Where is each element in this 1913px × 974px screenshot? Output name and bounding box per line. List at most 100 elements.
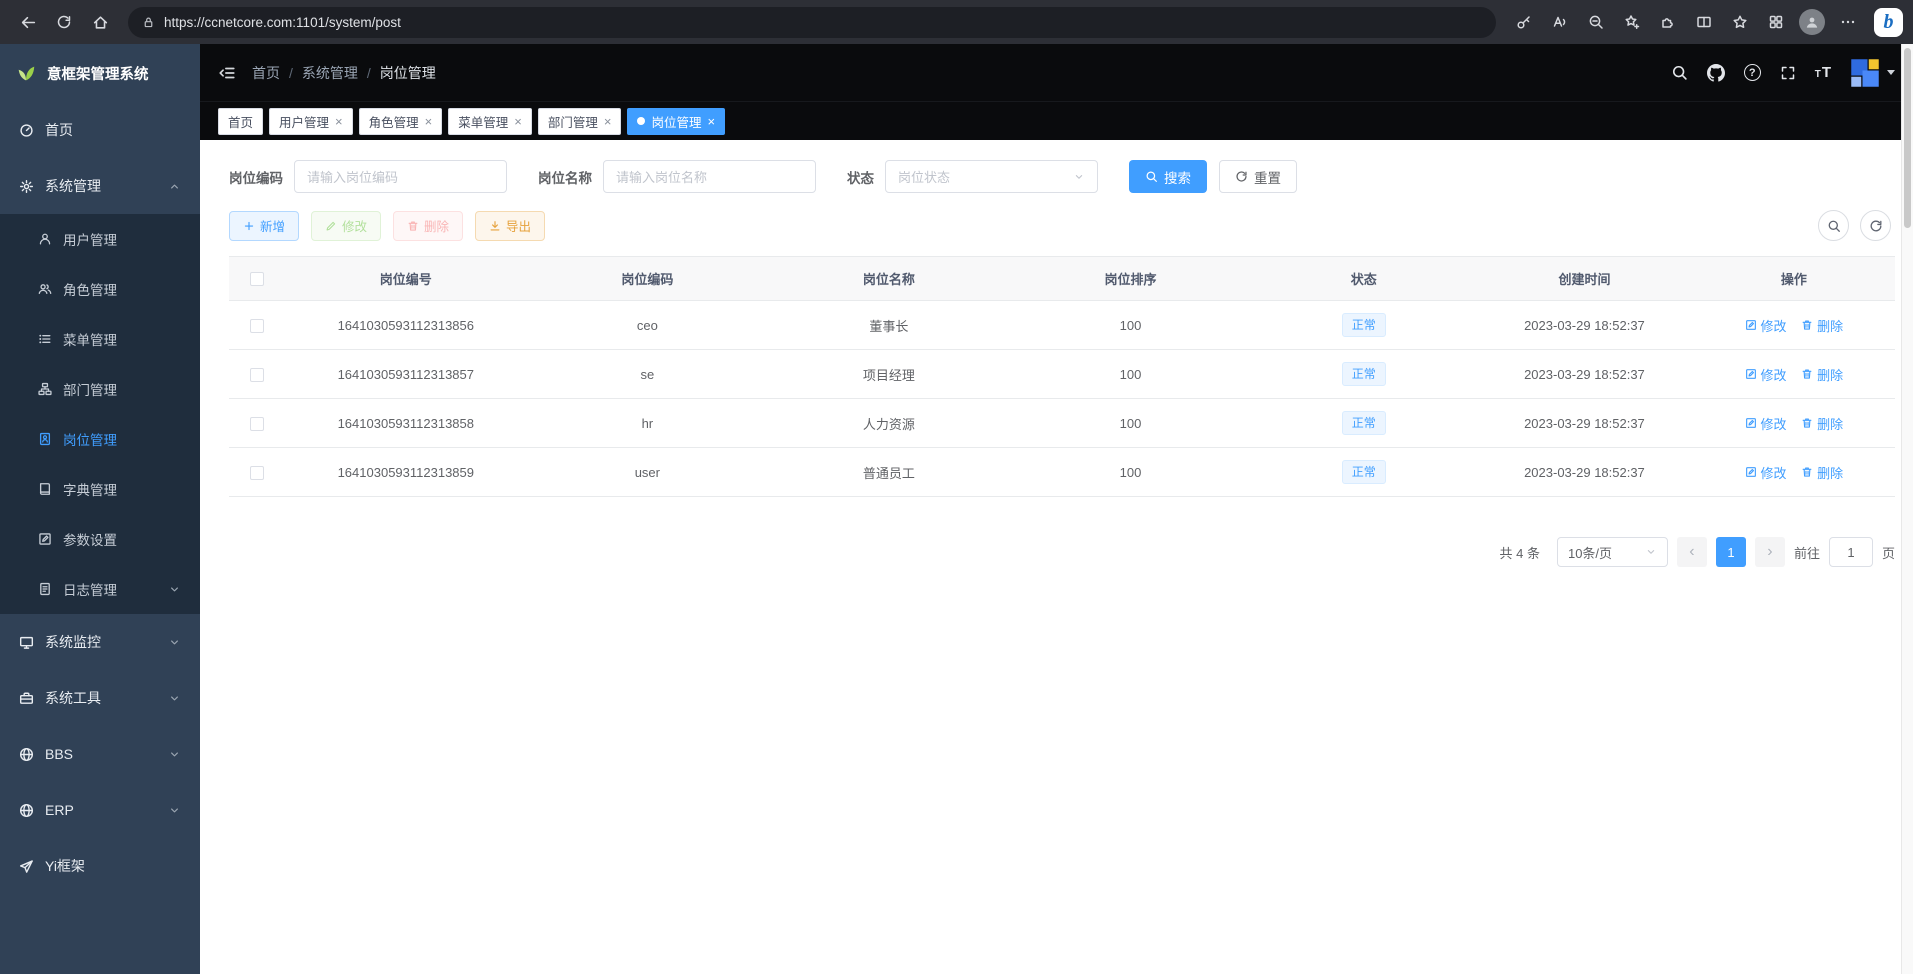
- current-page-button[interactable]: 1: [1716, 537, 1746, 567]
- sidebar-item-posts[interactable]: 岗位管理: [0, 414, 200, 464]
- row-delete-link[interactable]: 删除: [1801, 316, 1843, 335]
- row-checkbox[interactable]: [250, 368, 264, 382]
- close-icon[interactable]: ×: [425, 115, 433, 128]
- toolbar-right: [1818, 210, 1895, 241]
- sidebar-item-logs[interactable]: 日志管理: [0, 564, 200, 614]
- address-bar[interactable]: https://ccnetcore.com:1101/system/post: [128, 7, 1496, 38]
- home-button[interactable]: [82, 5, 118, 39]
- export-button[interactable]: 导出: [475, 211, 545, 241]
- tab-home[interactable]: 首页: [218, 108, 263, 135]
- filter-post-code: 岗位编码 请输入岗位编码: [229, 160, 507, 193]
- help-icon[interactable]: ?: [1744, 64, 1761, 81]
- table-row[interactable]: 1641030593112313859 user 普通员工 100 正常 202…: [229, 448, 1895, 497]
- goto-page-input[interactable]: [1829, 537, 1873, 567]
- sidebar-menu: 首页 系统管理 用户管理 角色管理: [0, 102, 200, 894]
- tab-department-management[interactable]: 部门管理 ×: [538, 108, 622, 135]
- sidebar: 意框架管理系统 首页 系统管理 用户管理: [0, 44, 200, 974]
- sidebar-toggle-icon[interactable]: [218, 64, 236, 82]
- site-permissions-icon[interactable]: [142, 16, 155, 29]
- sidebar-item-erp[interactable]: ERP: [0, 782, 200, 838]
- close-icon[interactable]: ×: [707, 115, 715, 128]
- table-toolbar: 新增 修改 删除 导出: [229, 210, 1895, 241]
- row-delete-link[interactable]: 删除: [1801, 365, 1843, 384]
- tab-menu-management[interactable]: 菜单管理 ×: [448, 108, 532, 135]
- post-code-input[interactable]: 请输入岗位编码: [294, 160, 507, 193]
- sidebar-item-departments[interactable]: 部门管理: [0, 364, 200, 414]
- tab-role-management[interactable]: 角色管理 ×: [359, 108, 443, 135]
- status-select[interactable]: 岗位状态: [885, 160, 1098, 193]
- row-edit-link[interactable]: 修改: [1745, 463, 1787, 482]
- prev-page-button[interactable]: ‹: [1677, 537, 1707, 567]
- close-icon[interactable]: ×: [604, 115, 612, 128]
- table-row[interactable]: 1641030593112313857 se 项目经理 100 正常 2023-…: [229, 350, 1895, 399]
- row-edit-link[interactable]: 修改: [1745, 414, 1787, 433]
- extensions-icon[interactable]: [1650, 5, 1686, 39]
- row-delete-link[interactable]: 删除: [1801, 463, 1843, 482]
- tab-user-management[interactable]: 用户管理 ×: [269, 108, 353, 135]
- page-size-select[interactable]: 10条/页: [1557, 537, 1668, 567]
- system-submenu: 用户管理 角色管理 菜单管理 部门管理: [0, 214, 200, 614]
- back-button[interactable]: [10, 5, 46, 39]
- sidebar-item-tools[interactable]: 系统工具: [0, 670, 200, 726]
- split-screen-icon[interactable]: [1686, 5, 1722, 39]
- browser-toolbar: https://ccnetcore.com:1101/system/post b: [0, 0, 1913, 44]
- favorites-icon[interactable]: [1722, 5, 1758, 39]
- next-page-button[interactable]: ›: [1755, 537, 1785, 567]
- select-all-checkbox[interactable]: [250, 272, 264, 286]
- collections-icon[interactable]: [1758, 5, 1794, 39]
- read-aloud-icon[interactable]: [1542, 5, 1578, 39]
- browser-actions: b: [1506, 5, 1903, 39]
- sidebar-item-roles[interactable]: 角色管理: [0, 264, 200, 314]
- sidebar-item-home[interactable]: 首页: [0, 102, 200, 158]
- sidebar-item-label: 角色管理: [63, 279, 117, 299]
- row-checkbox[interactable]: [250, 319, 264, 333]
- scrollbar-thumb[interactable]: [1904, 48, 1911, 228]
- zoom-icon[interactable]: [1578, 5, 1614, 39]
- github-icon[interactable]: [1707, 64, 1725, 82]
- vertical-scrollbar[interactable]: [1901, 44, 1913, 974]
- refresh-button[interactable]: [46, 5, 82, 39]
- cell-post-name: 董事长: [768, 301, 1010, 350]
- toggle-search-icon[interactable]: [1818, 210, 1849, 241]
- profile-avatar[interactable]: [1794, 5, 1830, 39]
- font-size-icon[interactable]: TT: [1815, 64, 1831, 81]
- sidebar-item-system[interactable]: 系统管理: [0, 158, 200, 214]
- delete-button[interactable]: 删除: [393, 211, 463, 241]
- close-icon[interactable]: ×: [514, 115, 522, 128]
- sidebar-item-menus[interactable]: 菜单管理: [0, 314, 200, 364]
- row-edit-link[interactable]: 修改: [1745, 365, 1787, 384]
- refresh-table-icon[interactable]: [1860, 210, 1891, 241]
- breadcrumb-home[interactable]: 首页: [252, 63, 280, 83]
- sidebar-item-parameters[interactable]: 参数设置: [0, 514, 200, 564]
- password-key-icon[interactable]: [1506, 5, 1542, 39]
- bing-discover-icon[interactable]: b: [1874, 8, 1903, 37]
- row-delete-link[interactable]: 删除: [1801, 414, 1843, 433]
- row-checkbox[interactable]: [250, 466, 264, 480]
- user-icon: [38, 232, 52, 246]
- more-options-icon[interactable]: [1830, 5, 1866, 39]
- reset-button[interactable]: 重置: [1219, 160, 1297, 193]
- edit-button[interactable]: 修改: [311, 211, 381, 241]
- sidebar-item-users[interactable]: 用户管理: [0, 214, 200, 264]
- status-label: 状态: [847, 167, 874, 187]
- close-icon[interactable]: ×: [335, 115, 343, 128]
- tab-post-management[interactable]: 岗位管理 ×: [627, 108, 725, 135]
- row-edit-link[interactable]: 修改: [1745, 316, 1787, 335]
- table-row[interactable]: 1641030593112313856 ceo 董事长 100 正常 2023-…: [229, 301, 1895, 350]
- table-row[interactable]: 1641030593112313858 hr 人力资源 100 正常 2023-…: [229, 399, 1895, 448]
- user-avatar[interactable]: [1850, 58, 1895, 88]
- sidebar-item-monitor[interactable]: 系统监控: [0, 614, 200, 670]
- sidebar-item-dictionary[interactable]: 字典管理: [0, 464, 200, 514]
- add-favorite-icon[interactable]: [1614, 5, 1650, 39]
- post-name-input[interactable]: 请输入岗位名称: [603, 160, 816, 193]
- sidebar-item-bbs[interactable]: BBS: [0, 726, 200, 782]
- breadcrumb-system[interactable]: 系统管理: [302, 63, 358, 83]
- add-button[interactable]: 新增: [229, 211, 299, 241]
- sidebar-item-label: 部门管理: [63, 379, 117, 399]
- sidebar-item-yi-framework[interactable]: Yi框架: [0, 838, 200, 894]
- fullscreen-icon[interactable]: [1780, 65, 1796, 81]
- search-icon[interactable]: [1671, 64, 1688, 81]
- search-button[interactable]: 搜索: [1129, 160, 1207, 193]
- app-logo[interactable]: 意框架管理系统: [0, 44, 200, 102]
- row-checkbox[interactable]: [250, 417, 264, 431]
